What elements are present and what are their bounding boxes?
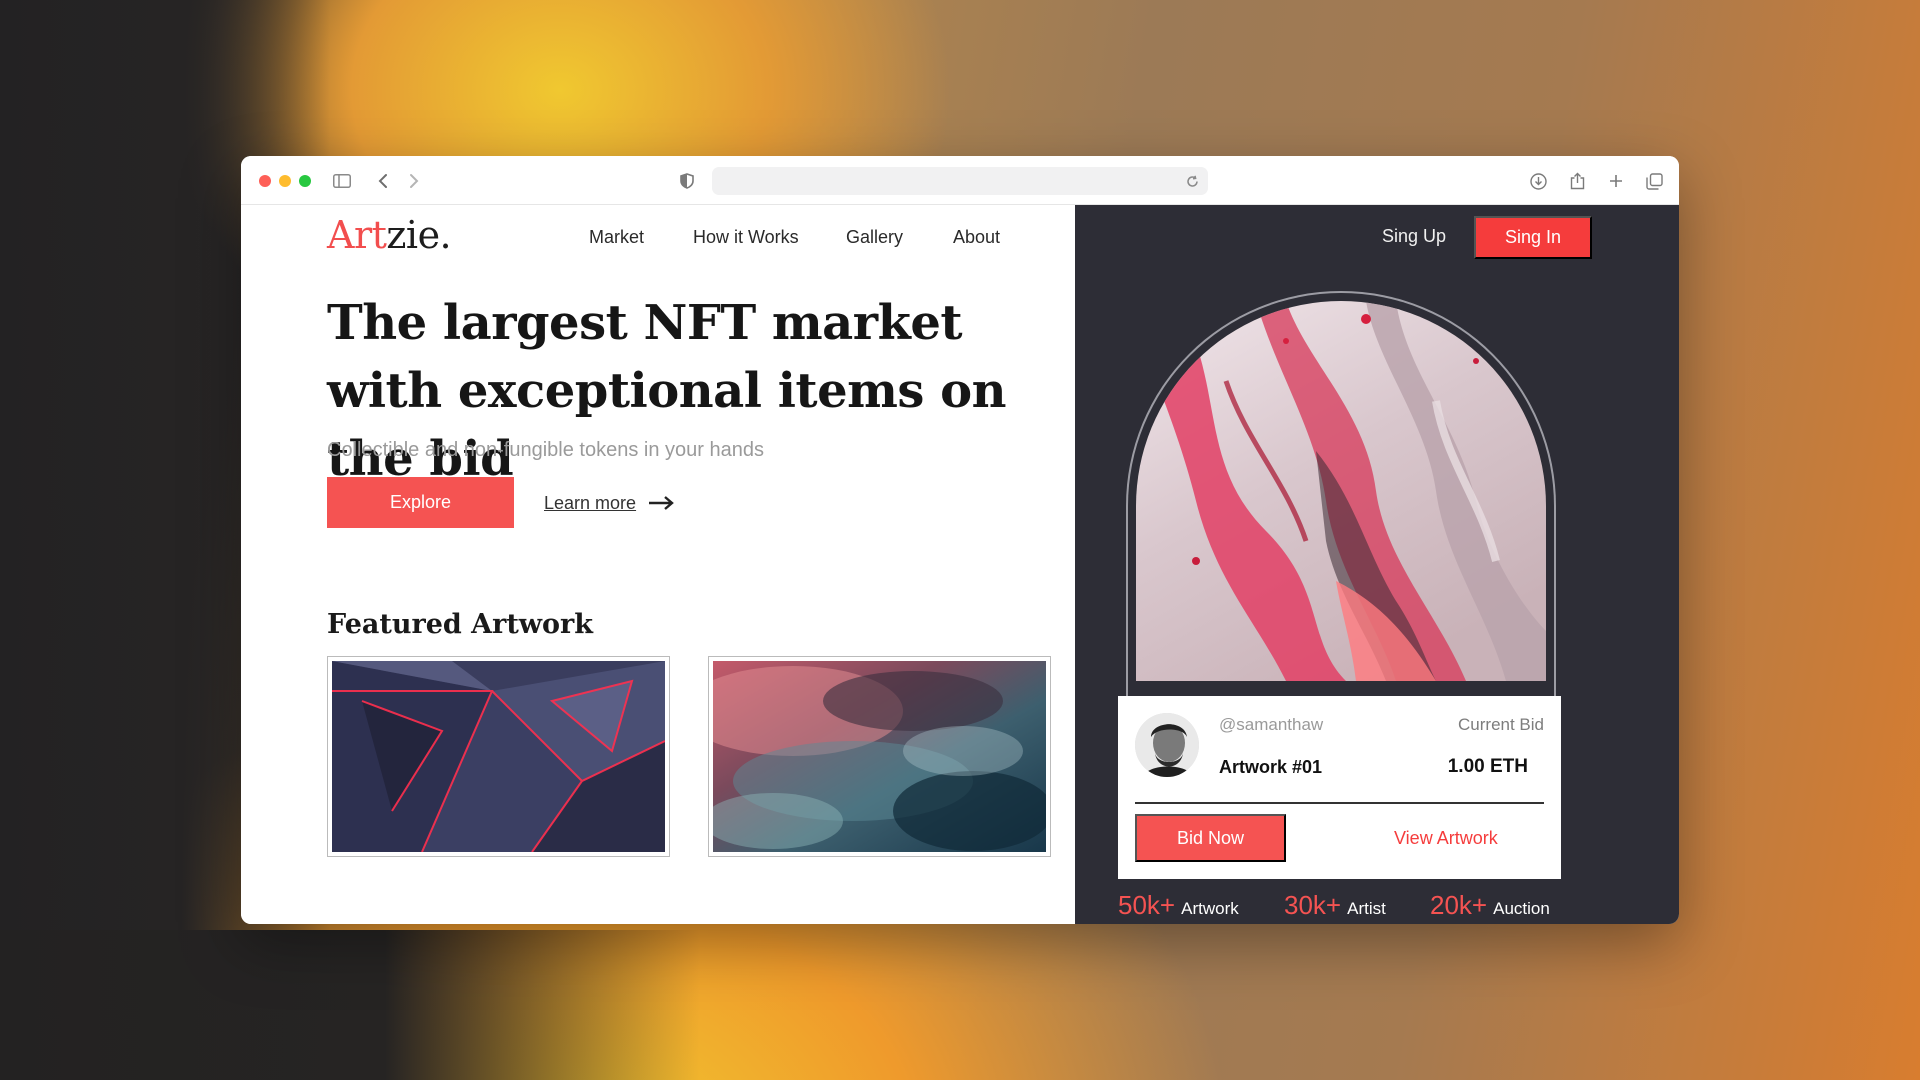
nav-about[interactable]: About [953, 227, 1000, 248]
featured-artwork-2[interactable] [683, 656, 1053, 857]
nft-bid-card: @samanthaw Current Bid Artwork #01 1.00 … [1118, 696, 1561, 879]
hero-title: The largest NFT market with exceptional … [327, 295, 1007, 487]
artwork-1-image [332, 661, 666, 853]
site-logo[interactable]: Artzie. [327, 213, 452, 257]
browser-toolbar [241, 156, 1679, 205]
artwork-name: Artwork #01 [1219, 757, 1323, 777]
reload-icon[interactable] [1182, 171, 1202, 191]
artwork-2-image [683, 661, 1053, 852]
back-icon[interactable] [372, 170, 394, 192]
stat-artwork: 50k+ Artwork [1118, 890, 1239, 921]
avatar-portrait [1135, 713, 1199, 777]
download-icon[interactable] [1527, 170, 1549, 192]
arrow-right-icon[interactable] [648, 489, 674, 515]
logo-accent: Art [327, 213, 387, 257]
learn-more-link[interactable]: Learn more [544, 493, 636, 514]
shield-icon[interactable] [676, 170, 698, 192]
featured-artwork-1[interactable] [327, 656, 670, 857]
stat-artist: 30k+ Artist [1284, 890, 1386, 921]
stat-auction: 20k+ Auction [1430, 890, 1550, 921]
avatar[interactable] [1135, 713, 1199, 777]
nav-market[interactable]: Market [589, 227, 644, 248]
nav-gallery[interactable]: Gallery [846, 227, 903, 248]
current-bid-label: Current Bid [1458, 715, 1544, 734]
stat-artist-label: Artist [1347, 899, 1386, 918]
logo-rest: zie. [386, 213, 452, 257]
featured-heading: Featured Artwork [327, 609, 593, 640]
stat-auction-label: Auction [1493, 899, 1550, 918]
owner-handle[interactable]: @samanthaw [1219, 715, 1323, 735]
minimize-window-button[interactable] [279, 175, 291, 187]
view-artwork-link[interactable]: View Artwork [1394, 828, 1498, 849]
browser-window: Artzie. Market How it Works Gallery Abou… [241, 156, 1679, 924]
stat-artwork-label: Artwork [1181, 899, 1239, 918]
current-bid-value: 1.00 ETH [1447, 756, 1528, 777]
stat-artwork-value: 50k+ [1118, 890, 1176, 920]
card-divider [1135, 802, 1544, 804]
stat-auction-value: 20k+ [1430, 890, 1488, 920]
web-page: Artzie. Market How it Works Gallery Abou… [241, 205, 1679, 924]
address-bar[interactable] [712, 167, 1208, 195]
tabs-overview-icon[interactable] [1643, 170, 1665, 192]
sign-in-button[interactable]: Sing In [1474, 216, 1592, 259]
hero-subtitle: Collectible and non-fungible tokens in y… [327, 439, 764, 461]
nav-how-it-works[interactable]: How it Works [693, 227, 799, 248]
forward-icon[interactable] [403, 170, 425, 192]
share-icon[interactable] [1566, 170, 1588, 192]
new-tab-icon[interactable] [1605, 170, 1627, 192]
background-shade-bottom [0, 930, 700, 1080]
explore-button[interactable]: Explore [327, 477, 514, 528]
close-window-button[interactable] [259, 175, 271, 187]
sign-up-link[interactable]: Sing Up [1382, 226, 1446, 247]
sidebar-icon[interactable] [331, 170, 353, 192]
stat-artist-value: 30k+ [1284, 890, 1342, 920]
maximize-window-button[interactable] [299, 175, 311, 187]
bid-now-button[interactable]: Bid Now [1135, 814, 1286, 862]
